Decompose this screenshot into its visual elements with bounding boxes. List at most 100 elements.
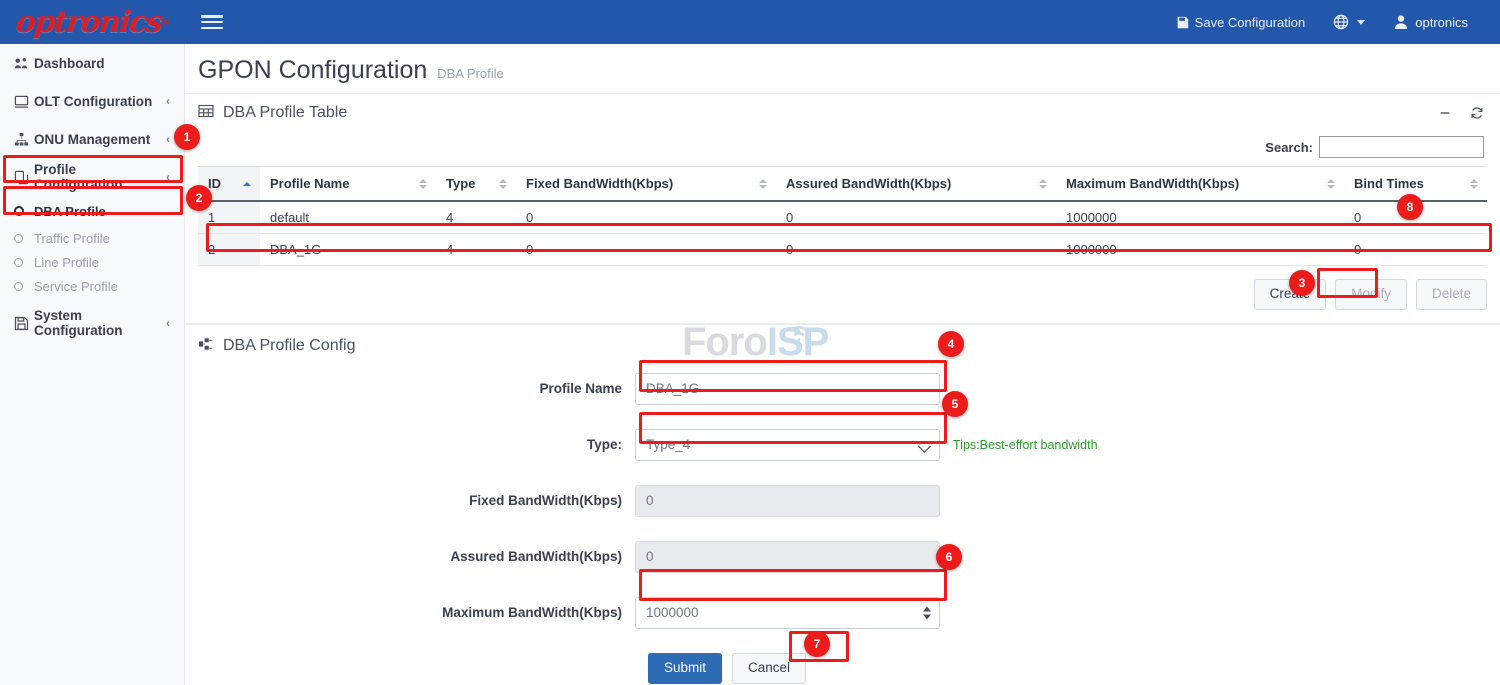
sidebar-item-onu-management[interactable]: ONU Management ‹ [0, 120, 184, 158]
sort-icon [1470, 179, 1478, 189]
table-row[interactable]: 2 DBA_1G 4 0 0 1000000 0 [198, 234, 1487, 266]
table-icon [198, 103, 214, 124]
table-row[interactable]: 1 default 4 0 0 1000000 0 [198, 201, 1487, 234]
sidebar-item-traffic-profile[interactable]: Traffic Profile [0, 226, 184, 250]
field-profile-name: Profile Name [185, 373, 1500, 405]
sidebar-label-system-configuration: System Configuration [34, 308, 166, 338]
save-configuration-label: Save Configuration [1195, 15, 1306, 30]
globe-icon [1333, 14, 1349, 30]
app-root: optronics® Save Configuration [0, 0, 1500, 685]
label-assured-bandwidth: Assured BandWidth(Kbps) [185, 549, 635, 564]
modify-button[interactable]: Modify [1335, 279, 1407, 310]
cancel-button[interactable]: Cancel [732, 653, 806, 684]
sort-icon [419, 179, 427, 189]
refresh-icon[interactable] [1470, 106, 1484, 120]
label-type: Type: [185, 437, 635, 452]
sidebar-chevron-onu-management: ‹ [166, 132, 170, 146]
cell-type: 4 [436, 201, 516, 234]
config-icon [198, 336, 214, 357]
fixed-bandwidth-input [635, 485, 940, 517]
col-profile-name[interactable]: Profile Name [260, 167, 436, 202]
sort-icon [499, 179, 507, 189]
cell-assured-bandwidth: 0 [776, 201, 1056, 234]
col-type[interactable]: Type [436, 167, 516, 202]
dba-profile-form: Profile Name Type: Type_4 Tips:Best-effo… [185, 361, 1500, 684]
table-panel-tools [1438, 106, 1484, 120]
sidebar-item-system-configuration[interactable]: System Configuration ‹ [0, 304, 184, 342]
table-header-row: ID Profile Name Type [198, 167, 1487, 202]
cell-fixed-bandwidth: 0 [516, 201, 776, 234]
col-fixed-bandwidth[interactable]: Fixed BandWidth(Kbps) [516, 167, 776, 202]
dba-profile-table-wrap: ID Profile Name Type [185, 166, 1500, 266]
sort-icon [1327, 179, 1335, 189]
form-actions: Submit Cancel [185, 653, 1500, 684]
sidebar-item-service-profile[interactable]: Service Profile [0, 274, 184, 298]
cell-bind-times: 0 [1344, 201, 1487, 234]
circle-icon [14, 206, 34, 216]
table-panel-title-wrap: DBA Profile Table [198, 103, 347, 124]
topbar-actions: Save Configuration [1162, 0, 1500, 44]
col-maximum-bandwidth[interactable]: Maximum BandWidth(Kbps) [1056, 167, 1344, 202]
menu-toggle-icon[interactable] [201, 13, 223, 31]
top-navbar: optronics® Save Configuration [0, 0, 1500, 44]
col-bind-times[interactable]: Bind Times [1344, 167, 1487, 202]
sidebar-label-line-profile: Line Profile [34, 255, 99, 270]
sidebar-item-line-profile[interactable]: Line Profile [0, 250, 184, 274]
cell-profile-name: default [260, 201, 436, 234]
sidebar-item-profile-configuration[interactable]: Profile Configuration ‹ [0, 158, 184, 196]
breadcrumb: DBA Profile [437, 66, 503, 81]
circle-icon [14, 258, 34, 267]
page-header: GPON Configuration DBA Profile [185, 44, 1500, 93]
sidebar-item-dba-profile[interactable]: DBA Profile [0, 196, 184, 226]
search-label: Search: [1265, 140, 1313, 155]
save-configuration-button[interactable]: Save Configuration [1162, 0, 1320, 44]
config-panel-header: DBA Profile Config [185, 324, 1500, 361]
sort-icon [1039, 179, 1047, 189]
cell-profile-name: DBA_1G [260, 234, 436, 266]
submit-button[interactable]: Submit [648, 653, 722, 684]
label-profile-name: Profile Name [185, 381, 635, 396]
col-profile-name-label: Profile Name [270, 176, 349, 191]
user-menu[interactable]: optronics [1379, 0, 1482, 44]
sidebar-chevron-profile-configuration: ‹ [166, 170, 170, 184]
cell-maximum-bandwidth: 1000000 [1056, 201, 1344, 234]
sidebar-label-profile-configuration: Profile Configuration [34, 162, 166, 192]
table-head: ID Profile Name Type [198, 167, 1487, 202]
cell-assured-bandwidth: 0 [776, 234, 1056, 266]
language-selector[interactable] [1319, 0, 1379, 44]
main-content: GPON Configuration DBA Profile DBA Profi… [185, 44, 1500, 685]
col-id[interactable]: ID [198, 167, 260, 202]
user-name: optronics [1415, 15, 1468, 30]
create-button[interactable]: Create [1254, 279, 1327, 310]
brand-name: optronics [14, 5, 163, 40]
field-maximum-bandwidth: Maximum BandWidth(Kbps) [185, 597, 1500, 629]
col-assured-bandwidth[interactable]: Assured BandWidth(Kbps) [776, 167, 1056, 202]
sidebar-chevron-system-configuration: ‹ [166, 316, 170, 330]
chevron-down-icon [1357, 20, 1365, 25]
sidebar: Dashboard OLT Configuration ‹ [0, 44, 185, 685]
label-fixed-bandwidth: Fixed BandWidth(Kbps) [185, 493, 635, 508]
sort-icon [759, 179, 767, 189]
monitor-icon [14, 94, 34, 109]
save-icon [14, 316, 34, 331]
search-input[interactable] [1319, 136, 1484, 158]
table-panel-title: DBA Profile Table [223, 104, 347, 122]
maximum-bandwidth-input[interactable] [635, 597, 940, 629]
dba-profile-config-panel: DBA Profile Config Profile Name Type: Ty… [185, 323, 1500, 684]
type-select[interactable]: Type_4 [635, 429, 940, 461]
minimize-icon[interactable] [1438, 106, 1452, 120]
sidebar-label-olt-configuration: OLT Configuration [34, 94, 166, 109]
delete-button[interactable]: Delete [1416, 279, 1487, 310]
profile-name-input[interactable] [635, 373, 940, 405]
col-id-label: ID [208, 176, 221, 191]
col-type-label: Type [446, 176, 475, 191]
cell-id: 2 [198, 234, 260, 266]
col-maximum-bandwidth-label: Maximum BandWidth(Kbps) [1066, 176, 1239, 191]
sidebar-label-traffic-profile: Traffic Profile [34, 231, 110, 246]
field-fixed-bandwidth: Fixed BandWidth(Kbps) [185, 485, 1500, 517]
brand-logo[interactable]: optronics® [0, 0, 185, 44]
sidebar-item-dashboard[interactable]: Dashboard [0, 44, 184, 82]
save-icon [1176, 16, 1189, 29]
sidebar-label-dba-profile: DBA Profile [34, 204, 106, 219]
sidebar-item-olt-configuration[interactable]: OLT Configuration ‹ [0, 82, 184, 120]
